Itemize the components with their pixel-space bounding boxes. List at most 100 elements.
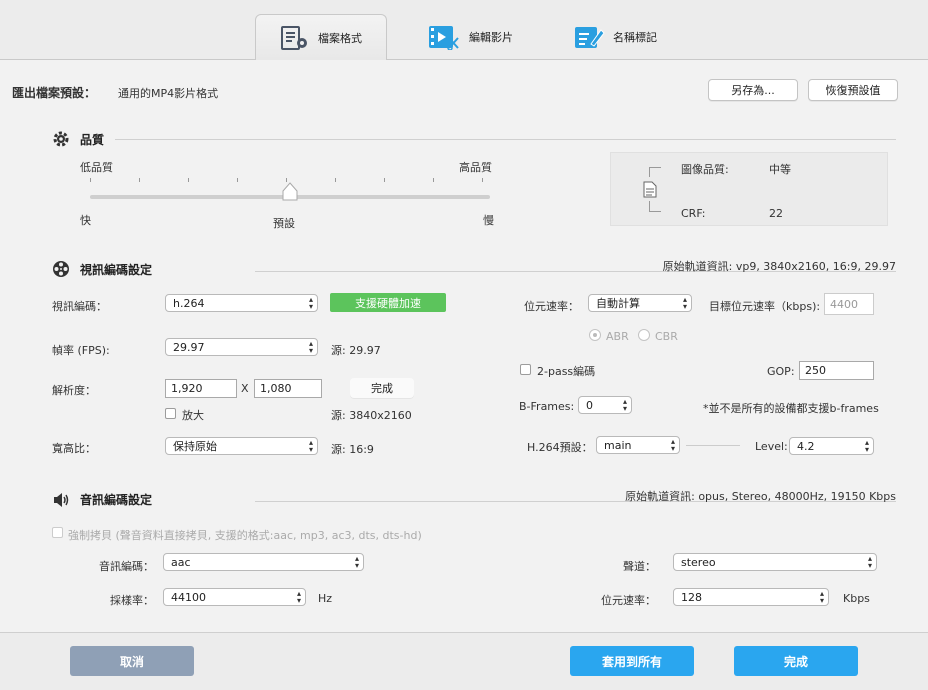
speaker-icon: [54, 492, 69, 507]
aspect-ratio-select[interactable]: 保持原始 ▴ ▾: [165, 437, 318, 455]
apply-all-button[interactable]: 套用到所有: [570, 646, 694, 676]
samplerate-unit: Hz: [318, 592, 333, 605]
file-settings-icon: [281, 25, 307, 50]
image-quality-label: 圖像品質:: [681, 163, 729, 176]
name-tag-icon: [575, 27, 605, 48]
video-bitrate-label: 位元速率：: [524, 300, 579, 313]
level-label: Level:: [755, 440, 788, 453]
samplerate-select[interactable]: 44100 ▴ ▾: [163, 588, 306, 606]
audio-bitrate-unit: Kbps: [843, 592, 870, 605]
chevron-updown-icon: ▴ ▾: [867, 554, 872, 570]
document-icon: [643, 181, 657, 198]
resolution-height-input[interactable]: 1,080: [254, 379, 322, 398]
quality-slow-label: 慢: [483, 214, 494, 227]
audio-codec-value: aac: [171, 555, 191, 569]
resolution-x-label: X: [241, 382, 249, 395]
tab-file-format[interactable]: 檔案格式: [255, 14, 387, 60]
tab-name-tag[interactable]: 名稱標記: [560, 14, 670, 60]
quality-default-label: 預設: [273, 217, 295, 230]
chevron-updown-icon: ▴ ▾: [308, 295, 313, 311]
level-select[interactable]: 4.2 ▴ ▾: [789, 437, 874, 455]
fps-select[interactable]: 29.97 ▴ ▾: [165, 338, 318, 356]
settings-panel: 匯出檔案預設： 通用的MP4影片格式 另存為... 恢復預設值 品質 低品質 高…: [0, 60, 928, 632]
preset-value: 通用的MP4影片格式: [118, 87, 219, 100]
h264-preset-select[interactable]: main ▴ ▾: [596, 436, 680, 454]
aspect-ratio-label: 寬高比：: [52, 442, 96, 455]
gop-input[interactable]: 250: [799, 361, 874, 380]
bframes-select[interactable]: 0 ▴ ▾: [578, 396, 632, 414]
aspect-ratio-source: 源: 16:9: [331, 443, 374, 456]
gear-icon: [53, 131, 69, 147]
save-as-button[interactable]: 另存為...: [708, 79, 798, 101]
samplerate-value: 44100: [171, 590, 206, 604]
chevron-updown-icon: ▴ ▾: [622, 397, 627, 413]
tab-name-tag-label: 名稱標記: [613, 31, 657, 44]
quality-high-label: 高品質: [459, 161, 492, 174]
quality-slider-thumb[interactable]: [281, 182, 299, 202]
h264-preset-label: H.264預設：: [527, 441, 593, 454]
video-codec-select[interactable]: h.264 ▴ ▾: [165, 294, 318, 312]
chevron-updown-icon: ▴ ▾: [682, 295, 687, 311]
resolution-width-input[interactable]: 1,920: [165, 379, 237, 398]
video-source-info: 原始軌道資訊: vp9, 3840x2160, 16:9, 29.97: [662, 260, 896, 273]
chevron-updown-icon: ▴ ▾: [670, 437, 675, 453]
bframes-note: *並不是所有的設備都支援b-frames: [703, 402, 879, 415]
audio-title: 音訊編碼設定: [80, 493, 153, 507]
channel-label: 聲道：: [623, 560, 656, 573]
chevron-updown-icon: ▴ ▾: [864, 438, 869, 454]
video-title: 視訊編碼設定: [80, 262, 153, 277]
film-reel-icon: [53, 261, 69, 277]
tab-edit-video-label: 編輯影片: [469, 31, 513, 44]
hardware-acceleration-button[interactable]: 支援硬體加速: [330, 293, 446, 312]
chevron-updown-icon: ▴ ▾: [819, 589, 824, 605]
chevron-updown-icon: ▴ ▾: [308, 438, 313, 454]
restore-defaults-button[interactable]: 恢復預設值: [808, 79, 898, 101]
resolution-source: 源: 3840x2160: [331, 409, 412, 422]
image-quality-value: 中等: [769, 163, 791, 176]
audio-codec-select[interactable]: aac ▴ ▾: [163, 553, 364, 571]
quality-section-title: 品質: [52, 130, 104, 148]
audio-source-info: 原始軌道資訊: opus, Stereo, 48000Hz, 19150 Kbp…: [625, 490, 896, 503]
channel-value: stereo: [681, 555, 716, 569]
video-edit-icon: [429, 26, 459, 50]
fps-label: 幀率 (FPS):: [52, 344, 110, 357]
quality-fast-label: 快: [80, 214, 91, 227]
force-copy-checkbox[interactable]: [52, 527, 63, 538]
target-bitrate-input[interactable]: 4400: [824, 293, 874, 315]
resolution-done-button[interactable]: 完成: [350, 378, 414, 398]
video-section-title: 視訊編碼設定: [52, 260, 152, 278]
target-bitrate-label: 目標位元速率（kbps):: [709, 300, 821, 313]
bframes-label: B-Frames:: [519, 400, 575, 413]
video-bitrate-select[interactable]: 自動計算 ▴ ▾: [588, 294, 692, 312]
audio-bitrate-label: 位元速率：: [601, 594, 656, 607]
quality-divider: [115, 139, 896, 140]
gop-label: GOP:: [767, 365, 795, 378]
audio-codec-label: 音訊編碼：: [99, 560, 154, 573]
zoom-label: 放大: [182, 409, 204, 422]
tab-file-format-label: 檔案格式: [318, 31, 362, 45]
abr-radio[interactable]: [589, 329, 601, 341]
force-copy-label: 強制拷貝 (聲音資料直接拷貝, 支援的格式:aac, mp3, ac3, dts…: [68, 529, 422, 542]
bframes-value: 0: [586, 398, 593, 412]
samplerate-label: 採樣率：: [110, 594, 154, 607]
done-button[interactable]: 完成: [734, 646, 858, 676]
audio-bitrate-select[interactable]: 128 ▴ ▾: [673, 588, 829, 606]
cbr-label: CBR: [655, 330, 678, 343]
channel-select[interactable]: stereo ▴ ▾: [673, 553, 877, 571]
crf-value: 22: [769, 207, 783, 220]
two-pass-checkbox[interactable]: [520, 364, 531, 375]
tab-bar: 檔案格式 編輯影片 名稱標記: [0, 0, 928, 60]
chevron-updown-icon: ▴ ▾: [296, 589, 301, 605]
quality-info-box: 圖像品質: 中等 CRF: 22: [610, 152, 888, 226]
fps-value: 29.97: [173, 340, 205, 354]
cbr-radio[interactable]: [638, 329, 650, 341]
quality-low-label: 低品質: [80, 161, 113, 174]
two-pass-label: 2-pass編碼: [537, 365, 596, 378]
chevron-updown-icon: ▴ ▾: [308, 339, 313, 355]
aspect-ratio-value: 保持原始: [173, 440, 217, 453]
zoom-checkbox[interactable]: [165, 408, 176, 419]
preset-level-divider: [686, 445, 740, 446]
quality-title: 品質: [80, 132, 105, 147]
cancel-button[interactable]: 取消: [70, 646, 194, 676]
tab-edit-video[interactable]: 編輯影片: [415, 14, 525, 60]
